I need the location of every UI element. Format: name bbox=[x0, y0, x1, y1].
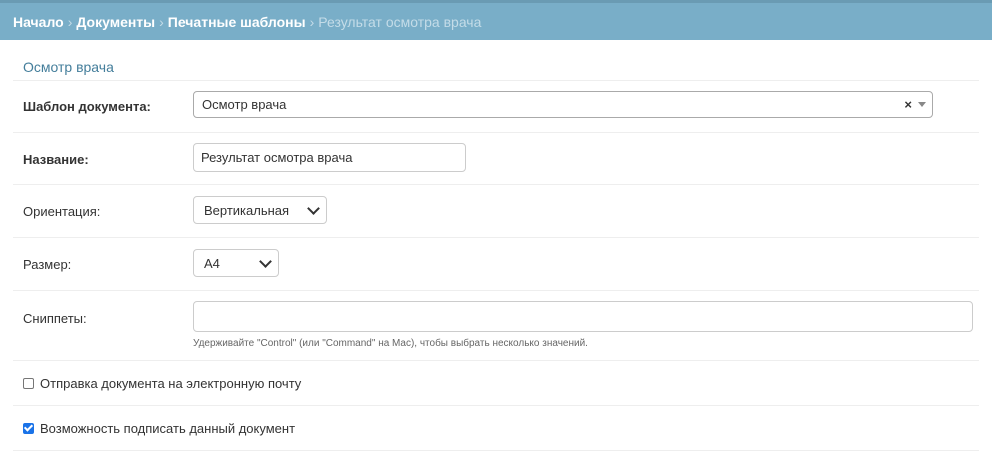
fieldset-title: Осмотр врача bbox=[13, 40, 979, 81]
breadcrumb-documents[interactable]: Документы bbox=[76, 14, 155, 30]
size-select-value: A4 bbox=[204, 255, 220, 271]
send-email-row: Отправка документа на электронную почту bbox=[13, 361, 979, 406]
form-content: Осмотр врача Шаблон документа: Осмотр вр… bbox=[0, 40, 992, 451]
snippets-multiselect[interactable] bbox=[193, 301, 973, 332]
template-select-value: Осмотр врача bbox=[202, 97, 287, 112]
snippets-help-text: Удерживайте "Control" (или "Command" на … bbox=[193, 338, 588, 349]
template-row: Шаблон документа: Осмотр врача × bbox=[13, 81, 979, 133]
breadcrumb-home[interactable]: Начало bbox=[13, 14, 64, 30]
template-select-controls: × bbox=[904, 97, 926, 112]
template-label: Шаблон документа: bbox=[23, 99, 151, 114]
breadcrumb-current: Результат осмотра врача bbox=[318, 13, 482, 30]
breadcrumb: Начало › Документы › Печатные шаблоны › … bbox=[0, 0, 992, 40]
breadcrumb-separator: › bbox=[309, 13, 315, 30]
chevron-down-icon bbox=[259, 254, 272, 268]
dropdown-arrow-icon[interactable] bbox=[918, 102, 926, 107]
orientation-select-value: Вертикальная bbox=[204, 202, 290, 218]
name-row: Название: Результат осмотра врача bbox=[13, 133, 979, 185]
send-email-label[interactable]: Отправка документа на электронную почту bbox=[40, 376, 301, 391]
template-select[interactable]: Осмотр врача × bbox=[193, 91, 933, 118]
name-input[interactable]: Результат осмотра врача bbox=[193, 143, 466, 172]
orientation-select[interactable]: Вертикальная bbox=[193, 196, 327, 224]
breadcrumb-separator: › bbox=[159, 13, 164, 30]
breadcrumb-templates[interactable]: Печатные шаблоны bbox=[168, 14, 306, 30]
breadcrumb-separator: › bbox=[67, 13, 73, 30]
orientation-row: Ориентация: Вертикальная bbox=[13, 185, 979, 238]
send-email-checkbox[interactable] bbox=[23, 377, 34, 389]
name-label: Название: bbox=[23, 152, 89, 167]
snippets-label: Сниппеты: bbox=[23, 311, 87, 326]
can-sign-label[interactable]: Возможность подписать данный документ bbox=[40, 421, 295, 436]
snippets-field: Удерживайте "Control" (или "Command" на … bbox=[193, 301, 973, 349]
can-sign-row: Возможность подписать данный документ bbox=[13, 406, 979, 451]
orientation-label: Ориентация: bbox=[23, 204, 101, 219]
size-label: Размер: bbox=[23, 257, 72, 272]
can-sign-checkbox[interactable] bbox=[23, 422, 34, 434]
snippets-row: Сниппеты: Удерживайте "Control" (или "Co… bbox=[13, 291, 979, 361]
chevron-down-icon bbox=[307, 201, 320, 215]
size-select[interactable]: A4 bbox=[193, 249, 279, 277]
clear-icon[interactable]: × bbox=[904, 97, 912, 112]
size-row: Размер: A4 bbox=[13, 238, 979, 291]
